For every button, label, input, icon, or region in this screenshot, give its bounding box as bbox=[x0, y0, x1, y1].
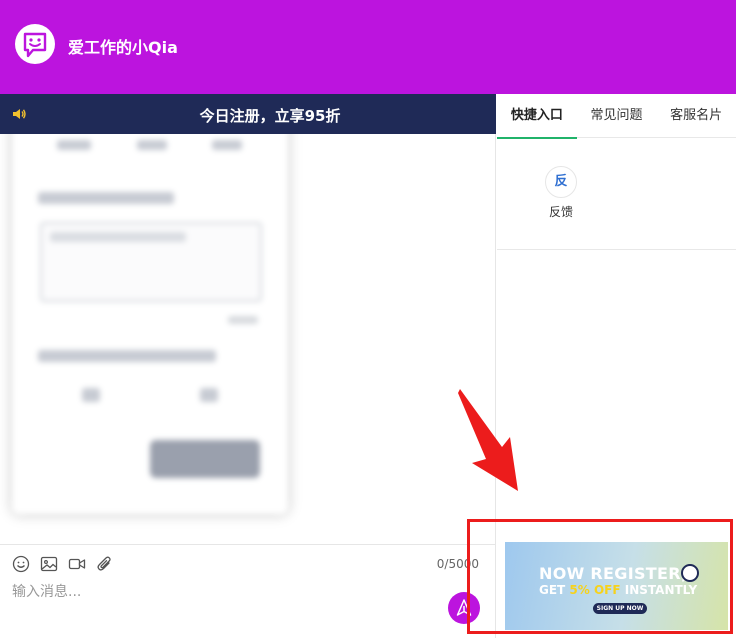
blurred-form-card bbox=[12, 134, 288, 514]
quick-entry-section: 反 反馈 bbox=[497, 138, 736, 250]
chat-widget: 爱工作的小Qia 今日注册，立享95折 0/5000 输入消息... 快捷入口 … bbox=[0, 0, 736, 638]
chat-bot-face-icon bbox=[15, 24, 55, 64]
quick-item-feedback[interactable]: 反 反馈 bbox=[541, 166, 581, 220]
attachment-icon[interactable] bbox=[96, 555, 114, 573]
tab-faq[interactable]: 常见问题 bbox=[577, 94, 657, 138]
annotation-highlight-box bbox=[467, 519, 733, 634]
announcement-text: 今日注册，立享95折 bbox=[199, 107, 341, 125]
toolbar bbox=[12, 555, 114, 573]
video-icon[interactable] bbox=[68, 555, 86, 573]
tab-quick-entry[interactable]: 快捷入口 bbox=[497, 94, 577, 139]
panel-tabs: 快捷入口 常见问题 客服名片 bbox=[497, 94, 736, 139]
app-title: 爱工作的小Qia bbox=[68, 38, 178, 57]
chat-message-area bbox=[0, 134, 496, 544]
annotation-arrow-icon bbox=[458, 389, 518, 491]
tab-agent-card[interactable]: 客服名片 bbox=[656, 94, 736, 138]
emoji-icon[interactable] bbox=[12, 555, 30, 573]
quick-item-label: 反馈 bbox=[548, 205, 573, 219]
header-bar: 爱工作的小Qia bbox=[0, 0, 736, 94]
message-input-bar: 0/5000 bbox=[0, 544, 496, 638]
image-icon[interactable] bbox=[40, 555, 58, 573]
announcement-bar: 今日注册，立享95折 bbox=[0, 94, 496, 134]
feedback-icon: 反 bbox=[545, 166, 577, 198]
message-input[interactable] bbox=[12, 581, 432, 603]
